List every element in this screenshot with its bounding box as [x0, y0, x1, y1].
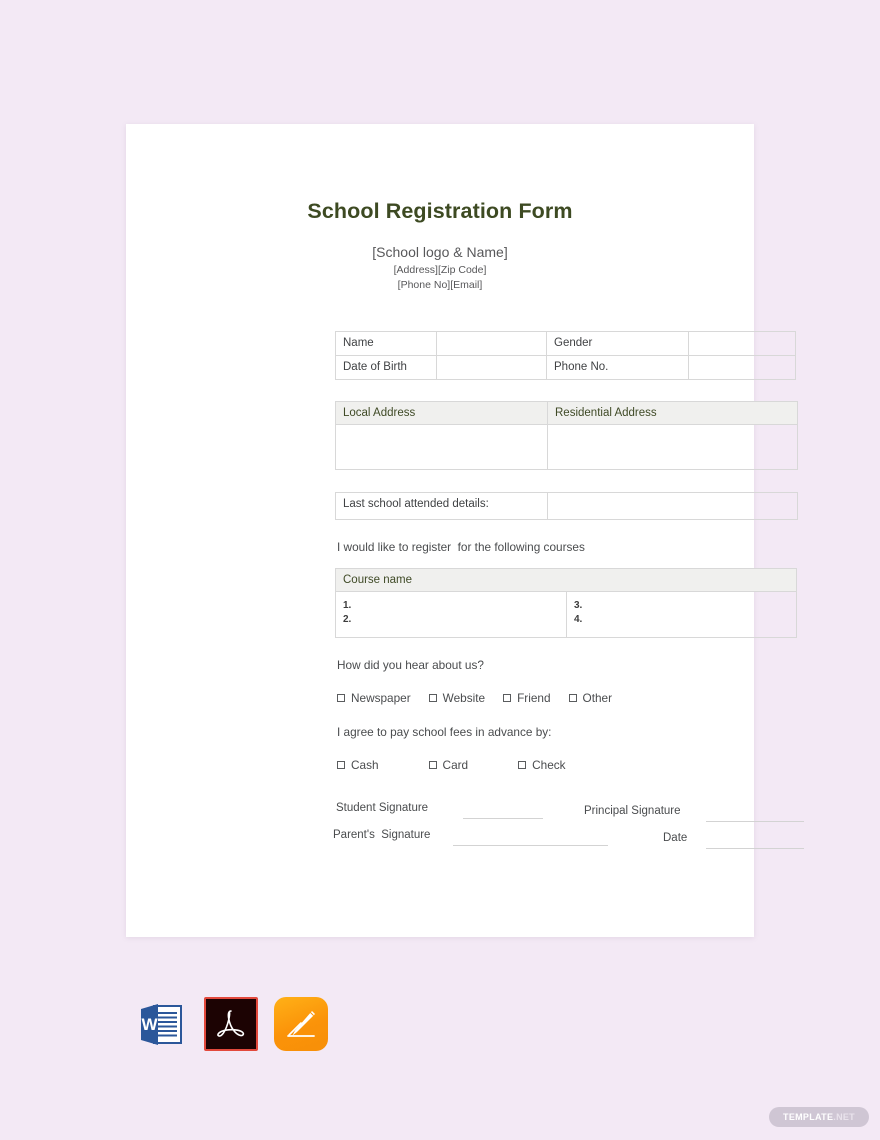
- pages-pen-glyph: [287, 1011, 315, 1037]
- school-logo-name-placeholder: [School logo & Name]: [372, 244, 508, 260]
- table-row: 1. 2. 3. 4.: [335, 591, 798, 638]
- checkbox-label: Friend: [517, 691, 551, 705]
- header-residential-address: Residential Address: [547, 401, 798, 425]
- payment-question: I agree to pay school fees in advance by…: [337, 725, 552, 739]
- courses-table: Course name 1. 2. 3. 4.: [334, 568, 798, 638]
- watermark-suffix: .NET: [833, 1112, 855, 1122]
- checkbox-option-cash[interactable]: Cash: [337, 758, 379, 772]
- watermark-main: TEMPLATE: [783, 1112, 834, 1122]
- field-residential-address[interactable]: [547, 424, 798, 470]
- label-gender: Gender: [546, 331, 689, 356]
- checkbox-label: Newspaper: [351, 691, 411, 705]
- payment-options: Cash Card Check: [337, 758, 616, 772]
- table-row: [335, 424, 798, 470]
- word-doc-glyph: W: [141, 1004, 182, 1045]
- address-table: Local Address Residential Address: [335, 401, 798, 470]
- checkbox-icon[interactable]: [337, 761, 345, 769]
- download-format-icons: W: [134, 997, 328, 1051]
- parent-signature-line[interactable]: [453, 845, 608, 846]
- field-courses-right[interactable]: 3. 4.: [565, 591, 798, 638]
- table-header-row: Course name: [334, 568, 798, 592]
- course-item-4: 4.: [574, 614, 583, 625]
- checkbox-option-newspaper[interactable]: Newspaper: [337, 691, 411, 705]
- student-signature-label: Student Signature: [336, 802, 429, 814]
- checkbox-option-friend[interactable]: Friend: [503, 691, 551, 705]
- checkbox-option-website[interactable]: Website: [428, 691, 486, 705]
- checkbox-label: Check: [532, 758, 566, 772]
- page-title: School Registration Form: [307, 199, 573, 223]
- acrobat-glyph: [217, 1010, 245, 1037]
- last-school-table: Last school attended details:: [335, 492, 798, 520]
- checkbox-icon[interactable]: [428, 761, 437, 769]
- checkbox-label: Cash: [351, 758, 379, 772]
- checkbox-option-other[interactable]: Other: [568, 691, 613, 705]
- course-item-2: 2.: [343, 614, 352, 625]
- course-item-1: 1.: [343, 600, 352, 611]
- apple-pages-icon[interactable]: [274, 997, 328, 1051]
- personal-info-table: Name Gender Date of Birth Phone No.: [335, 331, 796, 380]
- courses-intro-text: I would like to register for the followi…: [337, 540, 585, 554]
- table-header-row: Local Address Residential Address: [335, 401, 798, 425]
- table-row: Name Gender: [335, 331, 796, 356]
- field-date-of-birth[interactable]: [436, 355, 547, 380]
- field-courses-left[interactable]: 1. 2.: [335, 591, 567, 638]
- field-last-school[interactable]: [547, 492, 798, 520]
- template-net-watermark: TEMPLATE .NET: [769, 1107, 869, 1127]
- document-page: School Registration Form [School logo & …: [126, 124, 804, 937]
- checkbox-label: Card: [442, 758, 469, 772]
- checkbox-icon[interactable]: [568, 694, 577, 702]
- checkbox-icon[interactable]: [337, 694, 345, 702]
- checkbox-label: Website: [442, 691, 486, 705]
- svg-text:W: W: [141, 1015, 158, 1034]
- checkbox-label: Other: [582, 691, 613, 705]
- school-address-placeholder: [Address][Zip Code]: [393, 264, 487, 276]
- header-course-name: Course name: [334, 568, 798, 592]
- page-content: School Registration Form [School logo & …: [126, 124, 804, 937]
- checkbox-icon[interactable]: [428, 694, 437, 702]
- table-row: Date of Birth Phone No.: [335, 355, 796, 380]
- field-gender[interactable]: [688, 331, 796, 356]
- course-item-3: 3.: [574, 600, 583, 611]
- checkbox-option-check[interactable]: Check: [518, 758, 566, 772]
- checkbox-option-card[interactable]: Card: [428, 758, 469, 772]
- student-signature-line[interactable]: [463, 818, 543, 819]
- label-phone-no: Phone No.: [546, 355, 689, 380]
- header-local-address: Local Address: [335, 401, 548, 425]
- label-name: Name: [335, 331, 437, 356]
- checkbox-icon[interactable]: [503, 694, 512, 702]
- pdf-icon[interactable]: [204, 997, 258, 1051]
- date-label: Date: [663, 832, 688, 844]
- field-phone-no[interactable]: [688, 355, 796, 380]
- principal-signature-label: Principal Signature: [584, 805, 681, 817]
- label-last-school: Last school attended details:: [335, 492, 548, 520]
- principal-signature-line[interactable]: [706, 821, 804, 822]
- hear-about-question: How did you hear about us?: [337, 658, 484, 672]
- word-doc-icon[interactable]: W: [134, 997, 188, 1051]
- hear-about-options: Newspaper Website Friend Other: [337, 691, 630, 705]
- date-line[interactable]: [706, 848, 804, 849]
- school-contact-placeholder: [Phone No][Email]: [397, 279, 483, 291]
- label-date-of-birth: Date of Birth: [335, 355, 437, 380]
- field-local-address[interactable]: [335, 424, 548, 470]
- parent-signature-label: Parent's Signature: [333, 829, 431, 841]
- table-row: Last school attended details:: [335, 492, 798, 520]
- checkbox-icon[interactable]: [518, 761, 527, 769]
- field-name[interactable]: [436, 331, 547, 356]
